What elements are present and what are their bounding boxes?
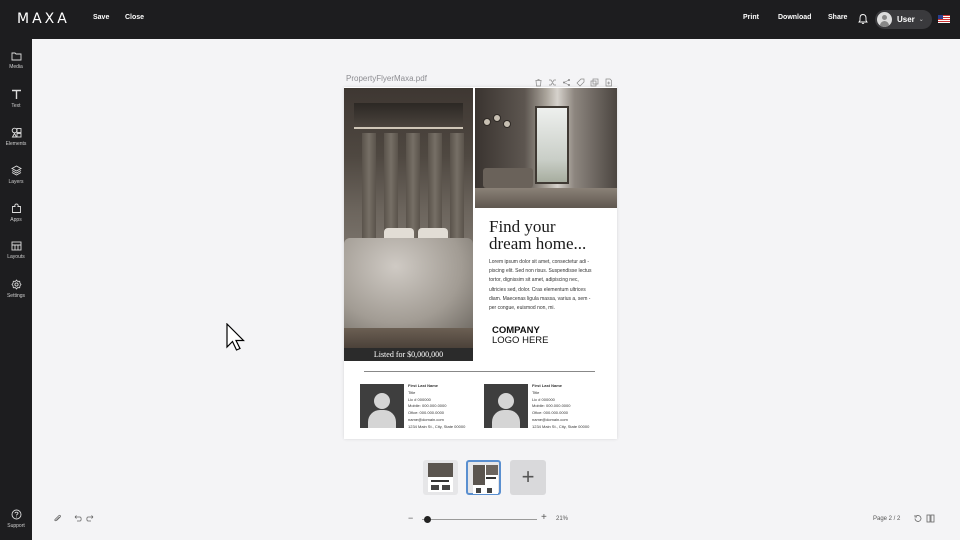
- shuffle-icon[interactable]: [548, 74, 557, 86]
- paperclip-icon[interactable]: [53, 514, 62, 523]
- add-page-button[interactable]: +: [510, 460, 546, 495]
- sidebar-label-layers: Layers: [8, 179, 24, 185]
- headline-line-1: Find your: [489, 217, 556, 236]
- apps-icon: [11, 203, 21, 213]
- sidebar-label-settings: Settings: [6, 293, 26, 299]
- duplicate-icon[interactable]: [590, 74, 599, 87]
- agent-email: name@domain.com: [532, 416, 568, 422]
- share-button[interactable]: Share: [828, 14, 847, 21]
- agent-name: First Last Name: [532, 383, 563, 388]
- sidebar-item-apps[interactable]: Apps: [0, 203, 32, 237]
- agent-title: Title: [532, 389, 540, 395]
- divider: [364, 371, 595, 372]
- trash-icon[interactable]: [534, 74, 543, 87]
- app-logo[interactable]: MAXA: [17, 11, 70, 27]
- company-logo-placeholder[interactable]: COMPANY LOGO HERE: [492, 326, 549, 345]
- sidebar-label-elements: Elements: [5, 141, 27, 147]
- page-thumbnail-2[interactable]: [466, 460, 501, 495]
- page-toolbar: [534, 74, 613, 87]
- zoom-level: 21%: [556, 516, 569, 522]
- mouse-cursor-icon: [226, 323, 245, 351]
- flyer-page[interactable]: Listed for $0,000,000 Find your dream ho…: [344, 87, 617, 439]
- headline-line-2: dream home...: [489, 234, 587, 253]
- agent-photo-placeholder: [360, 384, 404, 428]
- agent-office: Ofice: 000.000.0000: [532, 410, 569, 416]
- avatar: [877, 12, 892, 27]
- sidebar-item-text[interactable]: Text: [0, 89, 32, 123]
- user-name: User: [897, 15, 915, 24]
- agent-title: Title: [408, 389, 416, 395]
- tag-icon[interactable]: [576, 74, 585, 87]
- notification-bell-icon[interactable]: [857, 13, 869, 25]
- redo-icon[interactable]: [86, 514, 95, 523]
- zoom-slider-handle[interactable]: [424, 516, 432, 523]
- agent-mobile: Mobile: 000.000.0000: [532, 403, 571, 409]
- sidebar-label-media: Media: [9, 64, 23, 70]
- page-view-icon[interactable]: [926, 514, 935, 523]
- user-menu[interactable]: User ⌄: [875, 10, 932, 29]
- print-button[interactable]: Print: [743, 14, 759, 21]
- agent-email: name@domain.com: [408, 416, 444, 422]
- zoom-in-button[interactable]: +: [541, 512, 547, 523]
- sidebar: Media Text Elements Layers Apps Layouts …: [0, 39, 32, 540]
- logo-line-2: LOGO HERE: [492, 334, 549, 346]
- living-room-photo[interactable]: [475, 88, 617, 208]
- page-indicator: Page 2 / 2: [873, 516, 901, 522]
- sidebar-item-settings[interactable]: Settings: [0, 279, 32, 313]
- share-nodes-icon[interactable]: [562, 74, 571, 86]
- chevron-down-icon: ⌄: [918, 17, 924, 23]
- folder-icon: [11, 52, 21, 61]
- download-button[interactable]: Download: [778, 14, 811, 21]
- text-icon: [11, 89, 21, 99]
- sidebar-label-text: Text: [11, 103, 21, 109]
- flyer-headline[interactable]: Find your dream home...: [489, 218, 614, 252]
- flyer-body-text[interactable]: Lorem ipsum dolor sit amet, consectetur …: [489, 258, 597, 313]
- agent-address: 1234 Main St., City, State 00000: [408, 423, 466, 429]
- history-icon[interactable]: [913, 514, 922, 523]
- sidebar-item-media[interactable]: Media: [0, 51, 32, 85]
- layers-icon: [10, 165, 22, 176]
- zoom-slider-track[interactable]: [422, 519, 537, 520]
- sidebar-label-apps: Apps: [10, 217, 22, 223]
- document-filename[interactable]: PropertyFlyerMaxa.pdf: [346, 74, 427, 83]
- agent-name: First Last Name: [408, 383, 439, 388]
- agent-photo-placeholder: [484, 384, 528, 428]
- agent-mobile: Mobile: 000.000.0000: [408, 403, 447, 409]
- help-icon: [11, 509, 21, 520]
- sidebar-label-support: Support: [7, 523, 25, 529]
- agent-license: Lic # 000000: [408, 396, 431, 402]
- add-page-icon[interactable]: [604, 74, 613, 87]
- layouts-icon: [11, 241, 21, 251]
- agent-card[interactable]: First Last Name Title Lic # 000000 Mobil…: [484, 383, 604, 429]
- agent-office: Ofice: 000.000.0000: [408, 410, 445, 416]
- sidebar-item-support[interactable]: Support: [0, 509, 32, 540]
- agent-license: Lic # 000000: [532, 396, 555, 402]
- top-bar: MAXA Save Close Print Download Share Use…: [0, 0, 960, 39]
- listing-price[interactable]: Listed for $0,000,000: [344, 348, 473, 361]
- agent-address: 1234 Main St., City, State 00000: [532, 423, 590, 429]
- page-thumbnail-1[interactable]: [423, 460, 458, 495]
- bedroom-photo[interactable]: [344, 88, 473, 361]
- elements-icon: [11, 127, 21, 138]
- gear-icon: [10, 279, 22, 290]
- close-button[interactable]: Close: [125, 14, 144, 21]
- sidebar-label-layouts: Layouts: [7, 254, 25, 260]
- zoom-out-button[interactable]: −: [408, 513, 413, 523]
- sidebar-item-elements[interactable]: Elements: [0, 127, 32, 161]
- sidebar-item-layers[interactable]: Layers: [0, 165, 32, 199]
- us-flag-icon[interactable]: [938, 15, 950, 23]
- undo-icon[interactable]: [73, 514, 82, 523]
- save-button[interactable]: Save: [93, 14, 109, 21]
- sidebar-item-layouts[interactable]: Layouts: [0, 241, 32, 275]
- agent-card[interactable]: First Last Name Title Lic # 000000 Mobil…: [360, 383, 480, 429]
